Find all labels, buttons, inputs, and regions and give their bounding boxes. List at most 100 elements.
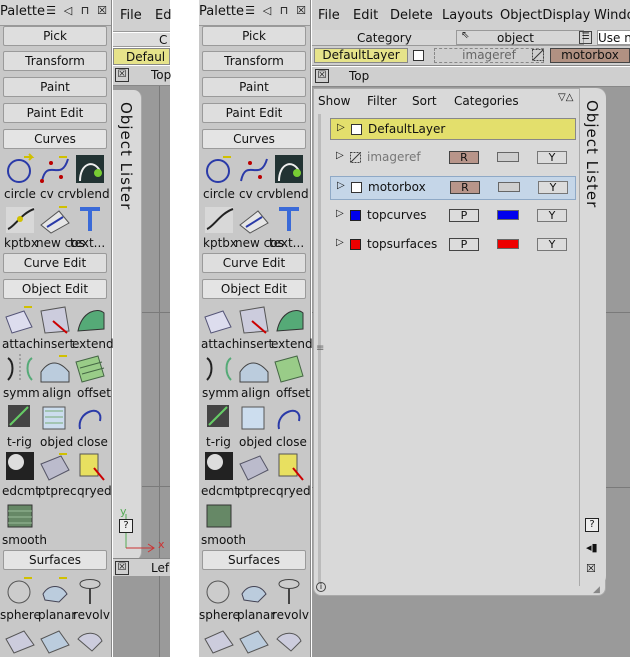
pick-object-field[interactable]: ⇖ object [456,30,584,45]
new-cos-tool[interactable] [237,203,271,237]
help-icon[interactable]: ? [119,519,133,533]
curves-header[interactable]: Curves [202,129,306,149]
sphere-tool[interactable] [3,574,37,608]
y-toggle[interactable]: Y [537,238,567,251]
expand-arrow-icon[interactable]: ▷ [336,150,344,161]
expand-arrow-icon[interactable]: ▷ [337,122,345,133]
blend-tool[interactable] [272,153,306,187]
extra-surface-tool-1[interactable] [202,623,236,657]
cv-curve-tool[interactable] [38,153,72,187]
trig-tool[interactable] [3,401,37,435]
paint-button[interactable]: Paint [3,77,107,97]
collapse-icon[interactable]: ◁ [260,4,274,18]
text-tool[interactable] [73,203,107,237]
paint-edit-button[interactable]: Paint Edit [3,103,107,123]
planar-tool[interactable] [237,574,271,608]
objed-tool[interactable] [237,401,271,435]
ptprec-tool[interactable] [38,450,72,484]
color-swatch[interactable] [498,182,520,192]
lister-tab-show[interactable]: Show [318,94,350,108]
menu-objectdisplay[interactable]: ObjectDisplay [500,8,590,23]
smooth-tool[interactable] [202,499,236,533]
collapse-expand-icon[interactable]: ▽△ [558,92,573,103]
menu-edit[interactable]: Ed [155,8,171,23]
expand-arrow-icon[interactable]: ▷ [336,208,344,219]
lister-tab-sort[interactable]: Sort [412,94,437,108]
surfaces-header[interactable]: Surfaces [3,550,107,570]
menu-layouts[interactable]: Layouts [442,8,493,23]
layer-checkbox[interactable] [413,50,424,61]
curve-edit-button[interactable]: Curve Edit [3,253,107,273]
menu-file[interactable]: File [120,8,142,23]
offset-tool[interactable] [272,352,306,386]
state-chip[interactable]: R [450,181,480,194]
lister-row-motorbox[interactable]: ▷ motorbox R Y [330,176,576,200]
new-cos-tool[interactable] [38,203,72,237]
revolve-tool[interactable] [272,574,306,608]
extra-surface-tool-3[interactable] [272,623,306,657]
color-swatch[interactable] [497,239,519,249]
attach-tool[interactable] [202,303,236,337]
paint-edit-button[interactable]: Paint Edit [202,103,306,123]
pick-button[interactable]: Pick [3,26,107,46]
lister-row-defaultlayer[interactable]: ▷ DefaultLayer [330,118,576,140]
attach-tool[interactable] [3,303,37,337]
keypoint-tool[interactable] [3,203,37,237]
close-tool[interactable] [73,401,107,435]
extra-surface-tool-3[interactable] [73,623,107,657]
curves-header[interactable]: Curves [3,129,107,149]
close-icon[interactable]: ☒ [95,4,109,18]
state-chip[interactable]: P [449,209,479,222]
insert-tool[interactable] [237,303,271,337]
lister-tab-filter[interactable]: Filter [367,94,397,108]
edcmt-tool[interactable] [3,450,37,484]
info-icon[interactable]: i [316,582,326,592]
motorbox-chip[interactable]: motorbox [550,48,630,63]
restore-icon[interactable]: ⊓ [277,4,291,18]
maximize-icon[interactable]: ☒ [315,69,329,83]
menu-icon[interactable]: ☰ [243,4,257,18]
close-tool[interactable] [272,401,306,435]
extra-surface-tool-2[interactable] [237,623,271,657]
trig-tool[interactable] [202,401,236,435]
color-swatch[interactable] [497,152,519,162]
planar-tool[interactable] [38,574,72,608]
circle-tool[interactable] [202,153,236,187]
offset-tool[interactable] [73,352,107,386]
color-swatch[interactable] [497,210,519,220]
maximize-icon[interactable]: ☒ [115,68,129,82]
default-layer-chip-left[interactable]: Defaul [113,48,170,65]
curve-edit-button[interactable]: Curve Edit [202,253,306,273]
lister-row-topcurves[interactable]: ▷ topcurves P Y [330,205,576,227]
insert-tool[interactable] [38,303,72,337]
transform-button[interactable]: Transform [202,51,306,71]
align-tool[interactable] [237,352,271,386]
y-toggle[interactable]: Y [537,209,567,222]
pick-button[interactable]: Pick [202,26,306,46]
align-tool[interactable] [38,352,72,386]
sphere-tool[interactable] [202,574,236,608]
extra-surface-tool-1[interactable] [3,623,37,657]
imageref-chip[interactable]: imageref [434,48,544,63]
state-chip[interactable]: R [449,151,479,164]
lister-row-topsurfaces[interactable]: ▷ topsurfaces P Y [330,234,576,256]
lister-tab-left[interactable]: Object Lister [113,90,142,560]
smooth-tool[interactable] [3,499,37,533]
y-toggle[interactable]: Y [537,151,567,164]
expand-arrow-icon[interactable]: ▷ [336,237,344,248]
transform-button[interactable]: Transform [3,51,107,71]
y-toggle[interactable]: Y [538,181,568,194]
symm-tool[interactable] [202,352,236,386]
ptprec-tool[interactable] [237,450,271,484]
extend-tool[interactable] [73,303,107,337]
help-icon[interactable]: ? [585,518,599,532]
extra-surface-tool-2[interactable] [38,623,72,657]
menu-icon[interactable]: ☰ [44,4,58,18]
object-edit-header[interactable]: Object Edit [3,279,107,299]
text-tool[interactable] [272,203,306,237]
paint-button[interactable]: Paint [202,77,306,97]
circle-tool[interactable] [3,153,37,187]
use-field[interactable]: Use n [597,30,630,45]
cv-curve-tool[interactable] [237,153,271,187]
restore-icon[interactable]: ⊓ [78,4,92,18]
